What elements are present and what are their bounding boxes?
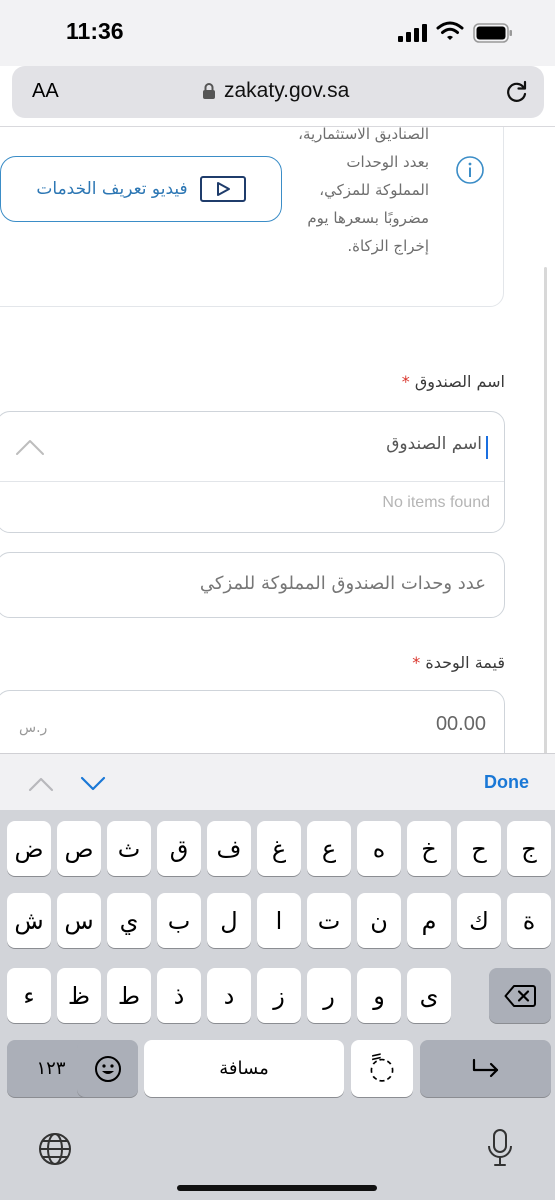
key[interactable]: ز <box>257 968 301 1023</box>
cellular-signal-icon <box>398 24 428 42</box>
key[interactable]: د <box>207 968 251 1023</box>
status-time: 11:36 <box>66 18 124 44</box>
key[interactable]: ا <box>257 893 301 948</box>
key[interactable]: م <box>407 893 451 948</box>
key[interactable]: ش <box>7 893 51 948</box>
units-placeholder: عدد وحدات الصندوق المملوكة للمزكي <box>199 573 486 594</box>
key[interactable]: ص <box>57 821 101 876</box>
key[interactable]: ة <box>507 893 551 948</box>
key[interactable]: ب <box>157 893 201 948</box>
key[interactable]: ى <box>407 968 451 1023</box>
info-icon <box>456 156 484 184</box>
fund-name-label: اسم الصندوق * <box>402 372 505 391</box>
unit-value-placeholder: 00.00 <box>435 713 486 735</box>
emoji-key[interactable] <box>77 1040 138 1097</box>
key[interactable]: و <box>357 968 401 1023</box>
return-key[interactable] <box>420 1040 551 1097</box>
key[interactable]: ه <box>357 821 401 876</box>
diacritic-key[interactable]: ◌ً <box>351 1040 413 1097</box>
video-button-label: فيديو تعريف الخدمات <box>36 179 188 199</box>
home-indicator <box>177 1185 377 1191</box>
key[interactable]: ن <box>357 893 401 948</box>
fund-name-value: اسم الصندوق <box>386 434 482 454</box>
key[interactable]: س <box>57 893 101 948</box>
key[interactable]: ح <box>457 821 501 876</box>
keyboard: ض ص ث ق ف غ ع ه خ ح ج ش س ي ب ل ا ت ن م … <box>0 810 555 1200</box>
text-size-button[interactable]: AA <box>32 80 59 103</box>
key[interactable]: ع <box>307 821 351 876</box>
unit-value-label-text: قيمة الوحدة <box>425 653 505 672</box>
chevron-up-icon[interactable] <box>28 776 54 792</box>
lock-icon <box>203 83 215 99</box>
key[interactable]: ض <box>7 821 51 876</box>
battery-icon <box>473 23 512 43</box>
key[interactable]: ذ <box>157 968 201 1023</box>
microphone-icon[interactable] <box>486 1128 514 1168</box>
globe-icon[interactable] <box>38 1132 72 1166</box>
scrollbar[interactable] <box>544 267 547 753</box>
key[interactable]: ق <box>157 821 201 876</box>
currency-label: ر.س <box>19 720 48 736</box>
wifi-icon <box>436 21 464 40</box>
url-text[interactable]: zakaty.gov.sa <box>224 79 349 103</box>
key[interactable]: ي <box>107 893 151 948</box>
fund-name-label-text: اسم الصندوق <box>414 372 505 391</box>
play-video-icon <box>199 176 246 202</box>
emoji-icon <box>94 1055 121 1082</box>
key[interactable]: ط <box>107 968 151 1023</box>
unit-value-label: قيمة الوحدة * <box>412 653 505 672</box>
key[interactable]: غ <box>257 821 301 876</box>
web-content: الصناديق الاستثمارية، بعدد الوحدات الممل… <box>0 127 555 753</box>
key[interactable]: ر <box>307 968 351 1023</box>
key[interactable]: ف <box>207 821 251 876</box>
info-line: الصناديق الاستثمارية، <box>298 127 429 143</box>
video-services-button[interactable]: فيديو تعريف الخدمات <box>0 156 282 222</box>
info-line: إخراج الزكاة. <box>347 237 429 255</box>
chevron-up-icon[interactable] <box>15 438 45 456</box>
space-key[interactable]: مسافة <box>144 1040 344 1097</box>
key[interactable]: خ <box>407 821 451 876</box>
required-mark: * <box>401 372 410 391</box>
key[interactable]: ء <box>7 968 51 1023</box>
key[interactable]: ج <box>507 821 551 876</box>
key[interactable]: ت <box>307 893 351 948</box>
required-mark: * <box>412 653 421 672</box>
reload-icon[interactable] <box>504 79 530 105</box>
key[interactable]: ل <box>207 893 251 948</box>
backspace-icon <box>504 984 536 1007</box>
units-input[interactable]: عدد وحدات الصندوق المملوكة للمزكي <box>0 552 505 618</box>
fund-name-dropdown[interactable]: اسم الصندوق No items found <box>0 411 505 533</box>
address-bar[interactable]: AA zakaty.gov.sa <box>12 66 544 118</box>
key[interactable]: ك <box>457 893 501 948</box>
unit-value-input[interactable]: 00.00 ر.س <box>0 690 505 753</box>
text-cursor <box>486 436 488 459</box>
status-bar: 11:36 <box>0 0 555 66</box>
keyboard-accessory-bar: Done <box>0 753 555 810</box>
key[interactable]: ظ <box>57 968 101 1023</box>
chevron-down-icon[interactable] <box>80 776 106 792</box>
key[interactable]: ث <box>107 821 151 876</box>
no-items-message: No items found <box>382 494 490 511</box>
backspace-key[interactable] <box>489 968 551 1023</box>
return-icon <box>472 1058 498 1077</box>
fund-name-input[interactable]: اسم الصندوق <box>0 412 504 482</box>
units-label-partial <box>205 530 505 540</box>
done-button[interactable]: Done <box>484 772 529 793</box>
